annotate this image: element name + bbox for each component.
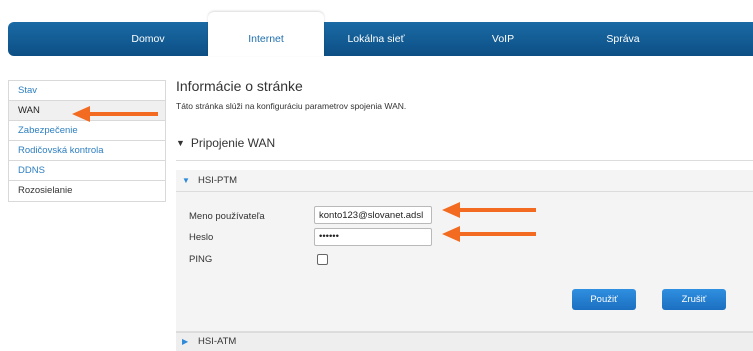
panel-header-label: HSI-ATM [198,336,237,347]
triangle-right-icon: ▶ [182,337,189,346]
arrow-left-icon [442,202,536,218]
panel-header-label: HSI-PTM [198,175,238,186]
page-description: Táto stránka slúži na konfiguráciu param… [176,101,407,111]
tab-lokalna-siet[interactable]: Lokálna sieť [326,22,426,56]
tab-domov[interactable]: Domov [103,22,193,56]
panel-header-hsi-atm[interactable]: ▶ HSI-ATM [176,332,753,351]
tab-sprava[interactable]: Správa [578,22,668,56]
arrow-left-icon [442,226,536,242]
sidebar: Stav WAN Zabezpečenie Rodičovská kontrol… [8,80,166,202]
ping-label: PING [189,254,213,265]
panel-header-hsi-ptm[interactable]: ▼ HSI-PTM [176,170,753,192]
section-title: Pripojenie WAN [190,136,276,150]
cancel-button[interactable]: Zrušiť [662,289,726,310]
apply-button[interactable]: Použiť [572,289,636,310]
top-nav-bar: Domov Lokálna sieť VoIP Správa [8,22,753,56]
sidebar-item-rozosielanie[interactable]: Rozosielanie [9,181,165,201]
sidebar-item-rodicovska-kontrola[interactable]: Rodičovská kontrola [9,141,165,161]
tab-internet[interactable]: Internet [208,22,324,56]
username-input[interactable] [314,206,432,224]
triangle-down-icon: ▼ [182,176,190,185]
section-header-pripojenie-wan[interactable]: ▼ Pripojenie WAN [176,136,275,150]
section-divider [176,160,753,161]
sidebar-item-stav[interactable]: Stav [9,81,165,101]
password-label: Heslo [189,232,214,243]
sidebar-item-ddns[interactable]: DDNS [9,161,165,181]
tab-voip[interactable]: VoIP [463,22,543,56]
sidebar-item-zabezpecenie[interactable]: Zabezpečenie [9,121,165,141]
triangle-down-icon: ▼ [176,138,185,148]
username-label: Meno používateľa [189,211,265,222]
ping-checkbox[interactable] [317,254,328,265]
arrow-left-icon [72,106,158,122]
password-input[interactable]: •••••• [314,228,432,246]
page-title: Informácie o stránke [176,78,303,94]
